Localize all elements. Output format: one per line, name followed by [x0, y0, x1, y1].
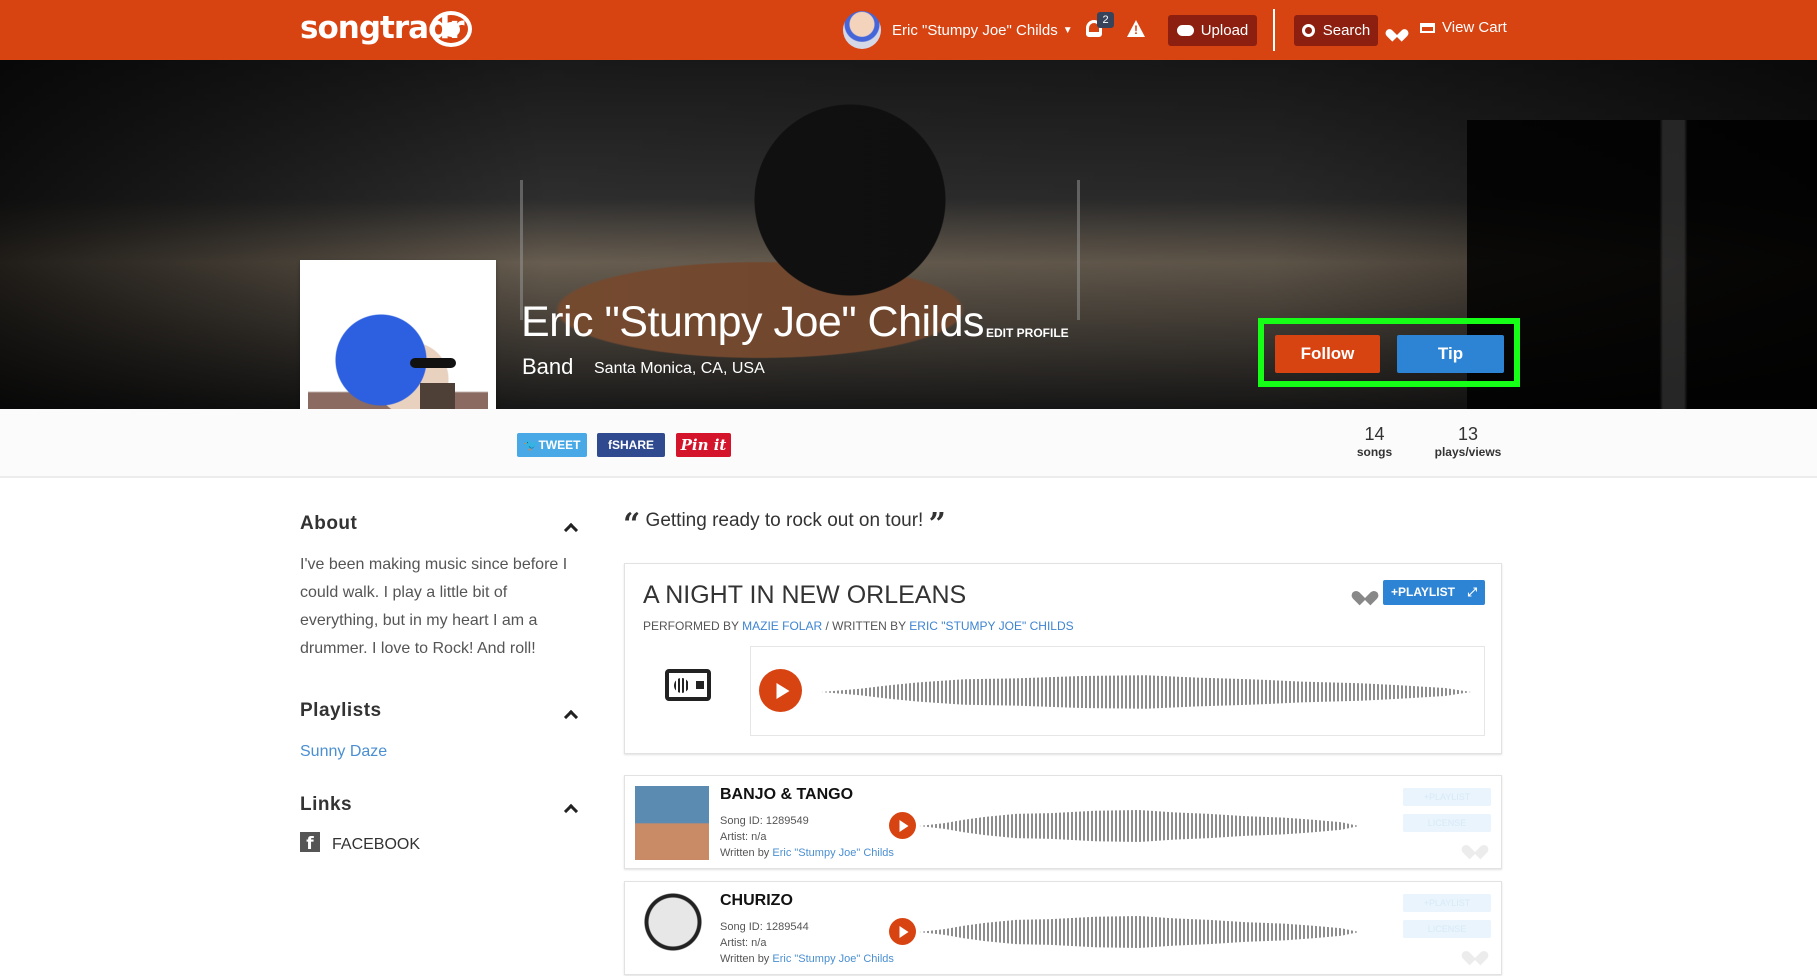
favorites-heart-icon[interactable] [1390, 24, 1405, 37]
plays-count: 13 [1457, 424, 1479, 444]
featured-song-credits: PERFORMED BY MAZIE FOLAR / WRITTEN BY ER… [643, 619, 1074, 633]
tip-button[interactable]: Tip [1397, 335, 1504, 373]
facebook-link-icon[interactable]: f [300, 832, 320, 854]
featured-song-title[interactable]: A NIGHT IN NEW ORLEANS [643, 581, 966, 610]
profile-status-quote: “ Getting ready to rock out on tour! ” [623, 507, 946, 542]
song-title[interactable]: CHURIZO [720, 892, 793, 910]
cloud-upload-icon [1176, 25, 1194, 36]
pinterest-pin-button[interactable]: Pin it [676, 433, 731, 457]
song-writer-line: Written by Eric "Stumpy Joe" Childs [720, 951, 894, 967]
quote-text: Getting ready to rock out on tour! [645, 510, 924, 531]
play-button[interactable] [889, 918, 916, 945]
favorite-heart-icon[interactable] [1467, 839, 1484, 854]
close-quote-icon: ” [928, 507, 946, 542]
view-cart-link[interactable]: View Cart [1420, 19, 1507, 36]
written-by-label: / WRITTEN BY [825, 619, 906, 633]
links-heading: Links [300, 794, 353, 815]
featured-song-card: A NIGHT IN NEW ORLEANS PERFORMED BY MAZI… [624, 563, 1502, 754]
radio-icon [665, 669, 711, 701]
play-button[interactable] [759, 669, 802, 712]
share-label: SHARE [611, 438, 654, 452]
song-row: CHURIZO Song ID: 1289544 Artist: n/a Wri… [624, 881, 1502, 975]
nav-divider [1273, 9, 1275, 51]
sunglasses-graphic [410, 358, 456, 368]
about-heading: About [300, 513, 358, 534]
profile-info-bar [0, 409, 1817, 478]
open-quote-icon: “ [623, 507, 641, 542]
song-meta: Song ID: 1289544 Artist: n/a Written by … [720, 919, 894, 967]
collapse-links-icon[interactable] [563, 803, 579, 819]
tweet-label: TWEET [538, 438, 581, 452]
playlist-label: +PLAYLIST [1391, 585, 1455, 599]
collapse-about-icon[interactable] [563, 522, 579, 538]
top-navigation-bar: songtradr Eric "Stumpy Joe" Childs ▼ 2 U… [0, 0, 1817, 60]
expand-icon: ⤢ [1467, 585, 1477, 599]
profile-location: Santa Monica, CA, USA [594, 360, 765, 377]
follow-button[interactable]: Follow [1275, 335, 1380, 373]
songs-count: 14 [1364, 424, 1385, 444]
upload-label: Upload [1200, 22, 1249, 39]
writer-link[interactable]: ERIC "STUMPY JOE" CHILDS [909, 619, 1073, 633]
song-thumbnail[interactable] [635, 786, 709, 860]
songs-label: songs [1356, 445, 1393, 459]
add-to-playlist-button[interactable]: +PLAYLIST ⤢ [1383, 580, 1485, 605]
plays-stat: 13 plays/views [1432, 424, 1504, 459]
performed-by-label: PERFORMED BY [643, 619, 739, 633]
speaker-cabinet-decoration [1467, 120, 1817, 440]
songtradr-logo-icon[interactable] [430, 11, 472, 47]
user-avatar[interactable] [843, 11, 881, 49]
favorite-heart-icon[interactable] [1357, 585, 1374, 600]
song-id: Song ID: 1289549 [720, 815, 809, 827]
search-icon [1301, 24, 1315, 37]
play-button[interactable] [889, 812, 916, 839]
cart-icon [1420, 23, 1435, 34]
song-artist: Artist: n/a [720, 831, 767, 843]
tweet-button[interactable]: 🐦 TWEET [517, 433, 587, 457]
song-artist: Artist: n/a [720, 937, 767, 949]
song-title[interactable]: BANJO & TANGO [720, 786, 853, 804]
audio-waveform[interactable] [919, 810, 1359, 842]
song-writer-line: Written by Eric "Stumpy Joe" Childs [720, 845, 894, 861]
facebook-link[interactable]: FACEBOOK [332, 836, 420, 854]
notification-count-badge: 2 [1097, 12, 1114, 28]
about-text: I've been making music since before I co… [300, 556, 568, 657]
collapse-playlists-icon[interactable] [563, 709, 579, 725]
chevron-down-icon[interactable]: ▼ [1063, 25, 1073, 36]
edit-profile-link[interactable]: EDIT PROFILE [986, 326, 1069, 340]
written-by-label: Written by [720, 953, 770, 965]
song-meta: Song ID: 1289549 Artist: n/a Written by … [720, 813, 894, 861]
profile-name: Eric "Stumpy Joe" Childs [521, 298, 985, 346]
favorite-heart-icon[interactable] [1467, 945, 1484, 960]
search-label: Search [1322, 22, 1371, 39]
disabled-playlist-button[interactable]: +PLAYLIST [1403, 788, 1491, 806]
disabled-playlist-button[interactable]: +PLAYLIST [1403, 894, 1491, 912]
plays-label: plays/views [1434, 445, 1502, 459]
audio-waveform[interactable] [821, 675, 1471, 709]
profile-type: Band [522, 354, 574, 379]
songs-stat: 14 songs [1352, 424, 1397, 459]
featured-audio-player [750, 646, 1485, 736]
disabled-license-button[interactable]: LICENSE [1403, 814, 1491, 832]
upload-button[interactable]: Upload [1168, 15, 1257, 46]
view-cart-label: View Cart [1442, 19, 1507, 36]
user-menu[interactable]: Eric "Stumpy Joe" Childs ▼ [843, 11, 1073, 49]
written-by-label: Written by [720, 847, 770, 859]
playlists-heading: Playlists [300, 700, 382, 721]
disabled-license-button[interactable]: LICENSE [1403, 920, 1491, 938]
song-writer-link[interactable]: Eric "Stumpy Joe" Childs [772, 953, 894, 965]
search-button[interactable]: Search [1294, 15, 1378, 46]
warning-icon[interactable] [1127, 20, 1145, 37]
song-thumbnail[interactable] [635, 892, 709, 966]
user-menu-name[interactable]: Eric "Stumpy Joe" Childs [892, 22, 1058, 39]
song-id: Song ID: 1289544 [720, 921, 809, 933]
playlist-link[interactable]: Sunny Daze [300, 738, 588, 766]
audio-waveform[interactable] [919, 916, 1359, 948]
performer-link[interactable]: MAZIE FOLAR [742, 619, 822, 633]
song-writer-link[interactable]: Eric "Stumpy Joe" Childs [772, 847, 894, 859]
twitter-icon: 🐦 [523, 438, 539, 452]
profile-banner [0, 60, 1817, 440]
song-row: BANJO & TANGO Song ID: 1289549 Artist: n… [624, 775, 1502, 869]
facebook-share-button[interactable]: f SHARE [597, 433, 665, 457]
